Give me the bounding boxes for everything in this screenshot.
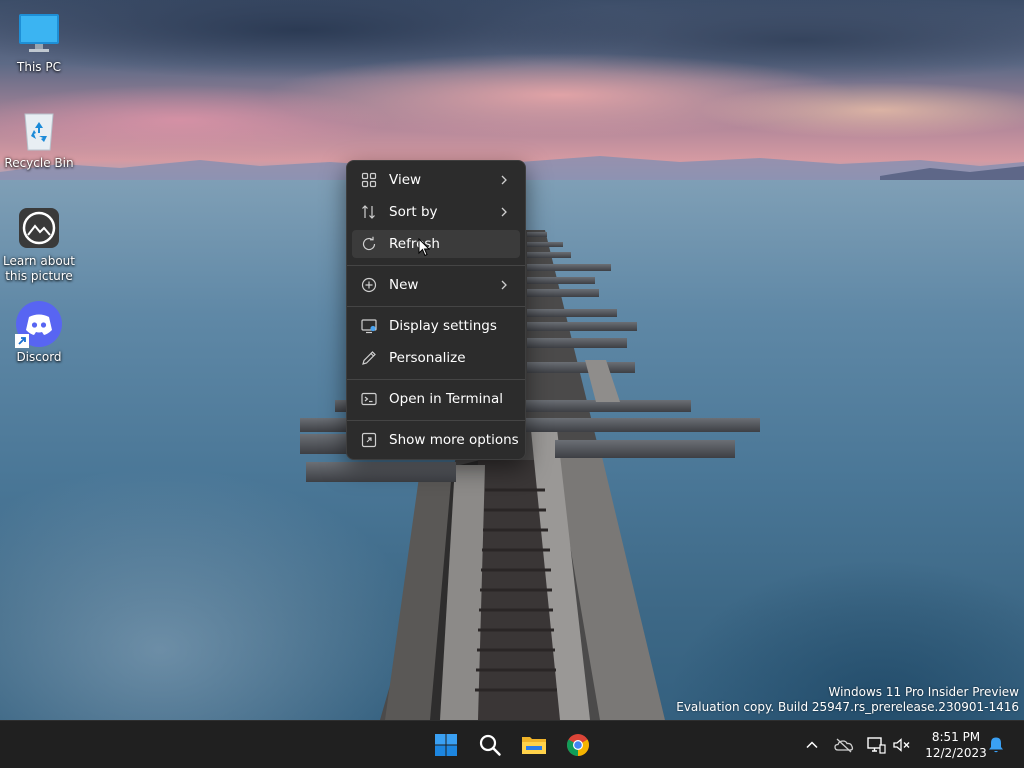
monitor-icon [15, 10, 63, 58]
menu-separator [347, 265, 525, 266]
desktop-icon-label: Recycle Bin [4, 156, 74, 170]
camera-icon [15, 204, 63, 252]
onedrive-icon [834, 738, 854, 753]
start-button[interactable] [426, 725, 466, 765]
search-icon [479, 734, 501, 756]
onedrive-button[interactable] [834, 735, 854, 755]
menu-item-label: Display settings [389, 318, 497, 334]
expand-icon [361, 432, 377, 448]
clock-date: 12/2/2023 [925, 746, 987, 760]
menu-item-open-in-terminal[interactable]: Open in Terminal [352, 385, 520, 413]
desktop-icon-label: Learn about this picture [3, 254, 75, 283]
file-explorer-icon [522, 737, 546, 754]
chevron-right-icon [501, 280, 507, 290]
volume-button[interactable] [892, 735, 912, 755]
menu-item-label: New [389, 277, 419, 293]
menu-item-label: View [389, 172, 422, 188]
desktop-icon-this-pc[interactable]: This PC [1, 10, 77, 75]
recycle-bin-icon [15, 106, 63, 154]
menu-item-label: Refresh [389, 236, 440, 252]
desktop-context-menu: View Sort by Refresh New Display setting… [346, 160, 526, 460]
grid-icon [361, 172, 377, 188]
menu-item-view[interactable]: View [352, 166, 520, 194]
mouse-cursor-icon [418, 238, 430, 257]
network-button[interactable] [866, 735, 886, 755]
desktop-icon-discord[interactable]: Discord [1, 300, 77, 365]
notification-bell-icon [989, 737, 1003, 753]
menu-item-label: Open in Terminal [389, 391, 503, 407]
menu-separator [347, 306, 525, 307]
discord-icon [15, 300, 63, 348]
menu-item-sort-by[interactable]: Sort by [352, 198, 520, 226]
taskbar: 8:51 PM 12/2/2023 [0, 720, 1024, 768]
clock-time: 8:51 PM [931, 730, 981, 744]
menu-item-label: Sort by [389, 204, 438, 220]
taskbar-clock[interactable]: 8:51 PM 12/2/2023 [918, 729, 994, 761]
terminal-icon [361, 391, 377, 407]
sort-icon [361, 204, 377, 220]
chrome-button[interactable] [558, 725, 598, 765]
show-hidden-icons-button[interactable] [802, 735, 822, 755]
menu-separator [347, 379, 525, 380]
volume-muted-icon [893, 738, 910, 752]
menu-item-refresh[interactable]: Refresh [352, 230, 520, 258]
shortcut-arrow-icon [15, 334, 29, 348]
display-icon [361, 318, 377, 334]
start-icon [435, 734, 457, 756]
menu-item-label: Show more options [389, 432, 519, 448]
desktop-icon-label: This PC [17, 60, 61, 74]
chevron-right-icon [501, 207, 507, 217]
chrome-icon [567, 734, 589, 756]
chevron-up-icon [806, 741, 818, 749]
refresh-icon [361, 236, 377, 252]
notification-center-button[interactable] [986, 735, 1006, 755]
watermark-edition: Windows 11 Pro Insider Preview [828, 685, 1019, 699]
menu-item-new[interactable]: New [352, 271, 520, 299]
menu-item-personalize[interactable]: Personalize [352, 344, 520, 372]
menu-separator [347, 420, 525, 421]
menu-item-show-more-options[interactable]: Show more options [352, 426, 520, 454]
desktop-icon-learn-about-picture[interactable]: Learn about this picture [1, 204, 77, 284]
file-explorer-button[interactable] [514, 725, 554, 765]
chevron-right-icon [501, 175, 507, 185]
desktop-icon-recycle-bin[interactable]: Recycle Bin [1, 106, 77, 171]
plus-circle-icon [361, 277, 377, 293]
network-icon [867, 737, 886, 754]
watermark-build: Evaluation copy. Build 25947.rs_prerelea… [676, 700, 1019, 714]
menu-item-label: Personalize [389, 350, 466, 366]
search-button[interactable] [470, 725, 510, 765]
build-watermark: Windows 11 Pro Insider Preview Evaluatio… [676, 685, 1019, 715]
pen-icon [361, 350, 377, 366]
desktop-icon-label: Discord [16, 350, 62, 364]
menu-item-display-settings[interactable]: Display settings [352, 312, 520, 340]
